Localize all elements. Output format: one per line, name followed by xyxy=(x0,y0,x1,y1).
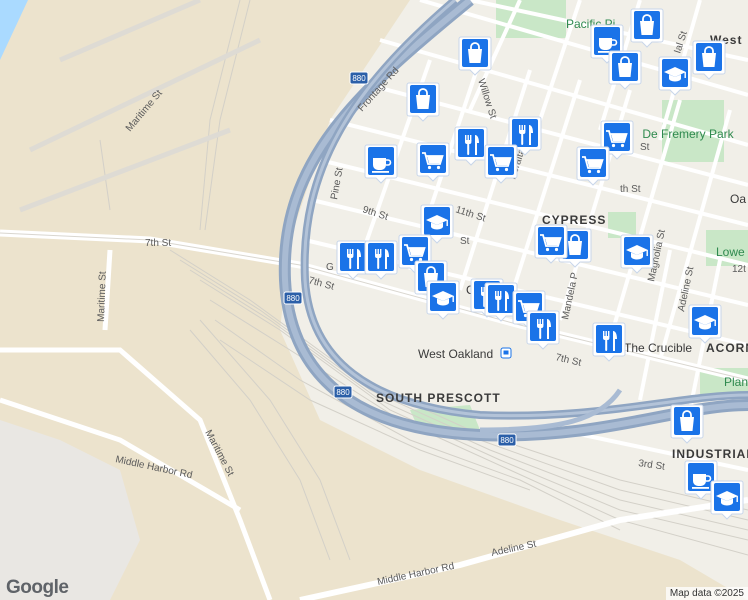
google-logo: Google xyxy=(6,577,69,598)
poi-pin[interactable] xyxy=(670,404,704,444)
neighborhood-label: SOUTH PRESCOTT xyxy=(376,391,501,405)
street-label: Oa xyxy=(730,192,746,206)
poi-pin[interactable] xyxy=(692,40,726,80)
street-label: St xyxy=(640,142,650,153)
street-label: th St xyxy=(620,184,641,195)
poi-pin[interactable] xyxy=(364,144,398,184)
street-label: 12t xyxy=(732,264,746,275)
highway-shield: 880 xyxy=(283,291,303,305)
park-label: Plan xyxy=(724,375,748,389)
poi-pin[interactable] xyxy=(592,322,626,362)
poi-pin[interactable] xyxy=(426,280,460,320)
street-label: Maritime St xyxy=(96,271,109,322)
map-attribution[interactable]: Map data ©2025 xyxy=(665,587,748,600)
highway-shield: 880 xyxy=(497,433,517,447)
street-label: St xyxy=(460,236,470,247)
neighborhood-label: INDUSTRIAL xyxy=(672,447,748,461)
poi-pin[interactable] xyxy=(416,142,450,182)
poi-pin[interactable] xyxy=(526,310,560,350)
poi-pin[interactable] xyxy=(620,234,654,274)
highway-shield: 880 xyxy=(349,71,369,85)
street-label: 7th St xyxy=(145,238,171,249)
poi-pin[interactable] xyxy=(630,8,664,48)
poi-pin[interactable] xyxy=(576,146,610,186)
poi-pin[interactable] xyxy=(458,36,492,76)
highway-shield: 880 xyxy=(333,385,353,399)
poi-pin[interactable] xyxy=(484,144,518,184)
svg-text:880: 880 xyxy=(286,294,300,303)
poi-pin[interactable] xyxy=(688,304,722,344)
train-station-icon xyxy=(500,347,512,359)
poi-pin[interactable] xyxy=(406,82,440,122)
svg-text:880: 880 xyxy=(500,436,514,445)
place-label-crucible[interactable]: The Crucible xyxy=(624,341,692,355)
svg-text:880: 880 xyxy=(352,74,366,83)
poi-pin[interactable] xyxy=(710,480,744,520)
poi-pin[interactable] xyxy=(658,56,692,96)
poi-pin[interactable] xyxy=(608,50,642,90)
place-label-west-oakland[interactable]: West Oakland xyxy=(418,347,493,361)
park-label: Lowe xyxy=(716,245,745,259)
poi-pin[interactable] xyxy=(364,240,398,280)
poi-pin[interactable] xyxy=(454,126,488,166)
street-label: G xyxy=(326,262,334,273)
park-label: De Fremery Park xyxy=(642,127,734,141)
map-canvas[interactable]: 880 880 880 880 Maritime St Maritime St … xyxy=(0,0,748,600)
poi-pin[interactable] xyxy=(534,224,568,264)
svg-text:880: 880 xyxy=(336,388,350,397)
